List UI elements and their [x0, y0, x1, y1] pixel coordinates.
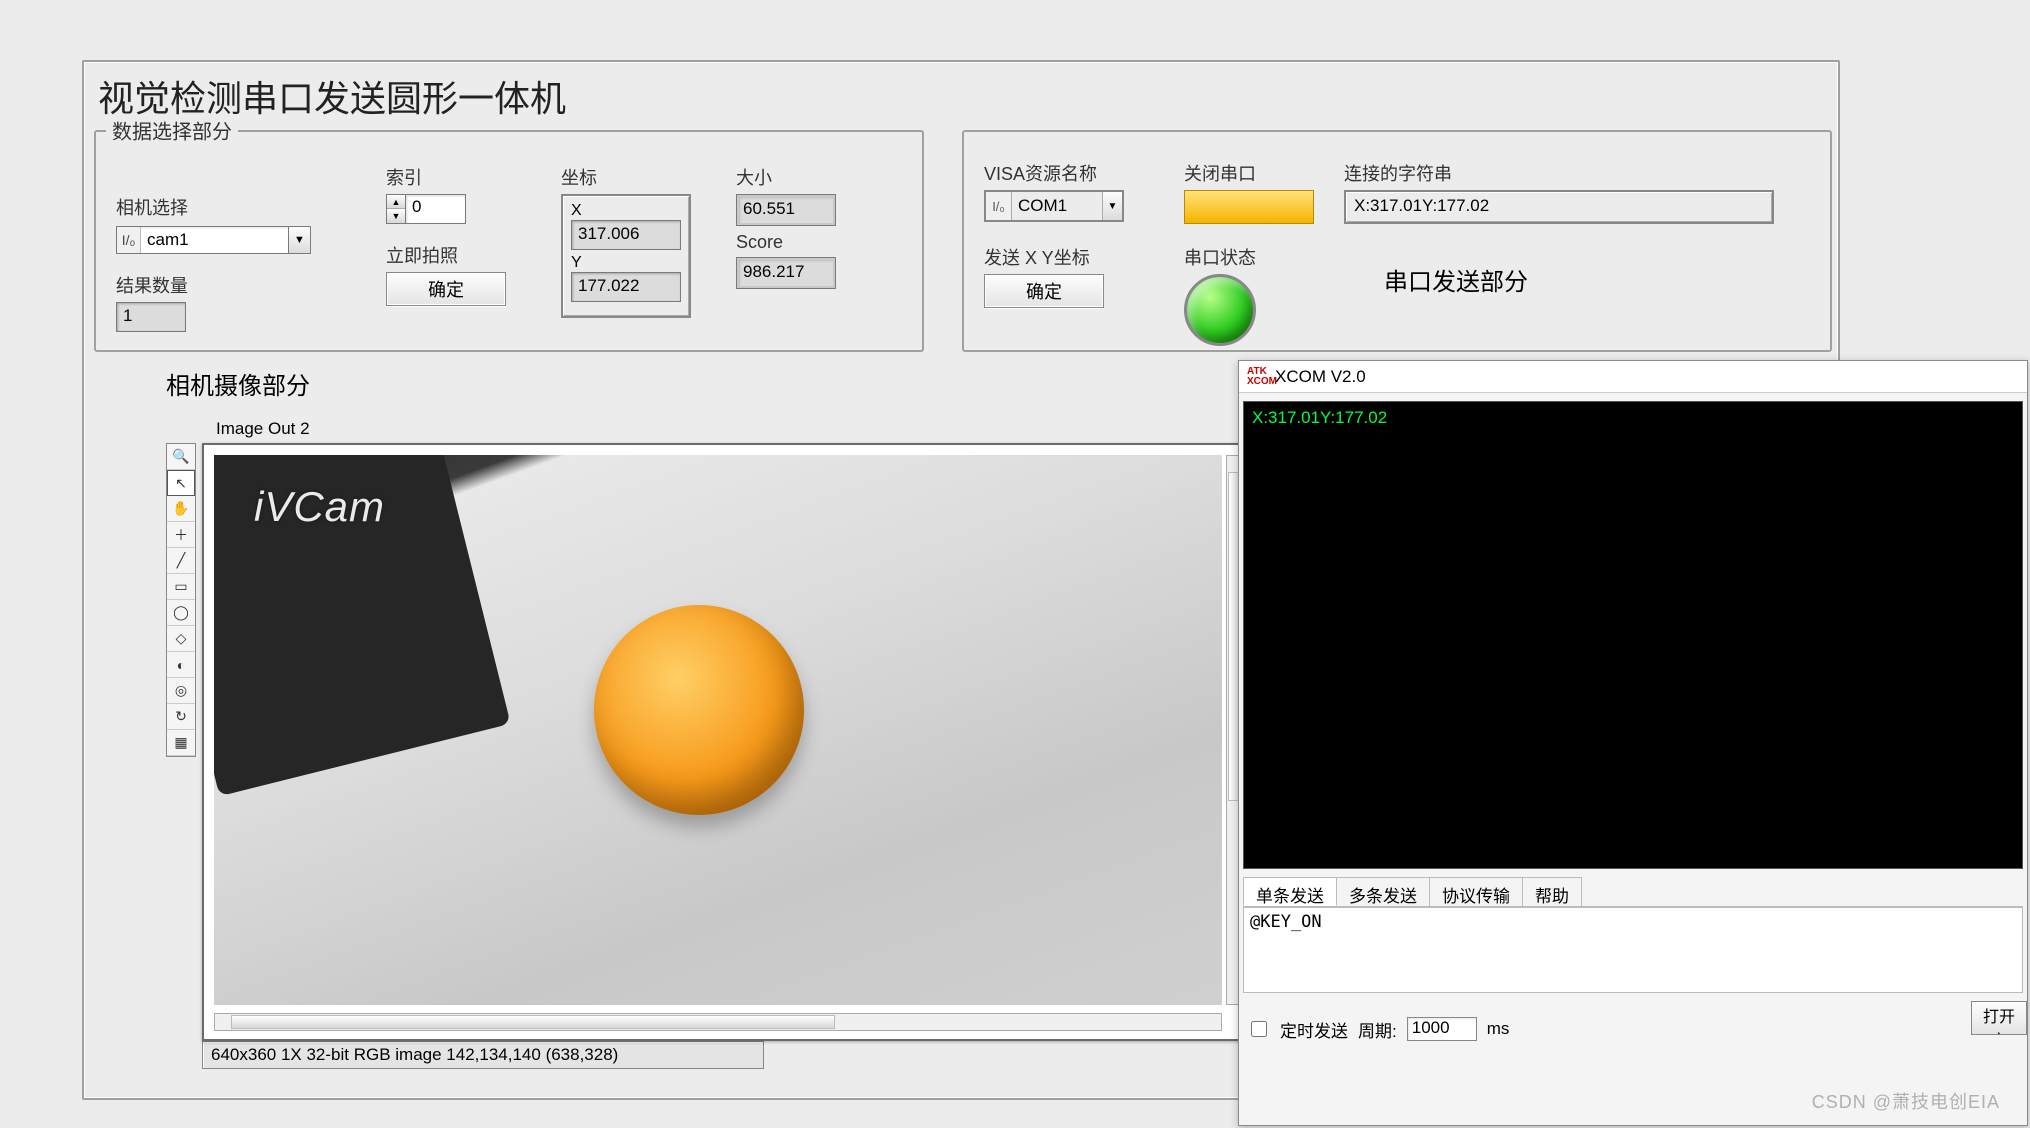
score-label: Score: [736, 232, 836, 253]
xcom-window: ATKXCOM XCOM V2.0 X:317.01Y:177.02 单条发送 …: [1238, 360, 2028, 1126]
coord-cluster: X 317.006 Y 177.022: [561, 194, 691, 318]
period-unit: ms: [1487, 1019, 1510, 1039]
coord-x-value: 317.006: [571, 220, 681, 250]
visa-label: VISA资源名称: [984, 160, 1124, 186]
score-value: 986.217: [736, 257, 836, 289]
connected-string-wrap: 连接的字符串 X:317.01Y:177.02: [1344, 160, 1774, 224]
hand-tool-icon[interactable]: ✋: [167, 496, 195, 522]
pan-tool-icon[interactable]: ↻: [167, 704, 195, 730]
zoom-tool-icon[interactable]: 🔍: [167, 444, 195, 470]
camera-select-wrap: 相机选择 I/₀ cam1 ▼: [116, 194, 311, 254]
xcom-tabs: 单条发送 多条发送 协议传输 帮助: [1243, 877, 2023, 907]
index-spinbox[interactable]: ▲ ▼ 0: [386, 194, 466, 224]
data-selection-group: 数据选择部分 相机选择 I/₀ cam1 ▼ 结果数量 1 索引 ▲ ▼ 0: [94, 130, 924, 352]
freehand-tool-icon[interactable]: ◐: [167, 652, 195, 678]
xcom-terminal-line: X:317.01Y:177.02: [1252, 408, 2014, 428]
xcom-titlebar[interactable]: ATKXCOM XCOM V2.0: [1239, 361, 2027, 393]
result-count-wrap: 结果数量 1: [116, 272, 188, 332]
serial-status-led-icon: [1184, 274, 1256, 346]
detected-circle: [594, 605, 804, 815]
camera-section: 相机摄像部分 Image Out 2 🔍 ↖ ✋ ＋ ╱ ▭ ◯ ◇ ◐ ◎ ↻…: [166, 366, 1252, 1069]
image-viewer: 🔍 ↖ ✋ ＋ ╱ ▭ ◯ ◇ ◐ ◎ ↻ ▦ iVCam: [166, 443, 1252, 1041]
camera-select-value: cam1: [141, 230, 288, 250]
send-xy-label: 发送 X Y坐标: [984, 244, 1104, 270]
image-canvas[interactable]: iVCam: [214, 455, 1222, 1005]
tab-protocol[interactable]: 协议传输: [1429, 877, 1523, 906]
pointer-tool-icon[interactable]: ↖: [167, 470, 195, 496]
capture-wrap: 立即拍照 确定: [386, 242, 506, 306]
tab-single-send[interactable]: 单条发送: [1243, 877, 1337, 906]
size-label: 大小: [736, 164, 836, 190]
tab-multi-send[interactable]: 多条发送: [1336, 877, 1430, 906]
index-input[interactable]: 0: [406, 194, 466, 224]
app-title: 视觉检测串口发送圆形一体机: [84, 62, 1838, 132]
coord-wrap: 坐标 X 317.006 Y 177.022: [561, 164, 691, 318]
xcom-send-textarea[interactable]: @KEY_ON: [1243, 907, 2023, 993]
spin-down-icon[interactable]: ▼: [387, 209, 405, 223]
image-toolbar: 🔍 ↖ ✋ ＋ ╱ ▭ ◯ ◇ ◐ ◎ ↻ ▦: [166, 443, 196, 757]
serial-send-section-label: 串口发送部分: [1384, 262, 1528, 297]
timed-send-label: 定时发送: [1280, 1017, 1348, 1042]
close-serial-wrap: 关闭串口: [1184, 160, 1314, 224]
ivcam-watermark: iVCam: [254, 483, 385, 531]
coord-y-label: Y: [571, 254, 681, 272]
index-label: 索引: [386, 164, 466, 190]
data-selection-label: 数据选择部分: [106, 116, 238, 145]
serial-status-wrap: 串口状态: [1184, 244, 1256, 346]
annulus-tool-icon[interactable]: ◎: [167, 678, 195, 704]
camera-select-label: 相机选择: [116, 194, 311, 220]
oval-tool-icon[interactable]: ◯: [167, 600, 195, 626]
xcom-title-text: XCOM V2.0: [1275, 367, 1366, 387]
size-score-wrap: 大小 60.551 Score 986.217: [736, 164, 836, 295]
period-input[interactable]: 1000: [1407, 1017, 1477, 1041]
camera-section-title: 相机摄像部分: [166, 366, 1252, 401]
connected-string-label: 连接的字符串: [1344, 160, 1774, 186]
io-icon: I/₀: [986, 192, 1012, 220]
capture-label: 立即拍照: [386, 242, 506, 268]
tab-help[interactable]: 帮助: [1522, 877, 1582, 906]
visa-wrap: VISA资源名称 I/₀ COM1 ▼: [984, 160, 1124, 222]
horizontal-scrollbar[interactable]: [214, 1013, 1222, 1031]
line-tool-icon[interactable]: ╱: [167, 548, 195, 574]
coord-label: 坐标: [561, 164, 691, 190]
open-file-button[interactable]: 打开文: [1971, 1001, 2027, 1035]
send-xy-button[interactable]: 确定: [984, 274, 1104, 308]
camera-select-dropdown[interactable]: I/₀ cam1 ▼: [116, 226, 311, 254]
polygon-tool-icon[interactable]: ◇: [167, 626, 195, 652]
size-value: 60.551: [736, 194, 836, 226]
xcom-app-icon: ATKXCOM: [1247, 367, 1267, 387]
image-out-label: Image Out 2: [216, 419, 1252, 439]
close-serial-button[interactable]: [1184, 190, 1314, 224]
send-xy-wrap: 发送 X Y坐标 确定: [984, 244, 1104, 308]
scroll-thumb[interactable]: [231, 1015, 835, 1029]
serial-group: VISA资源名称 I/₀ COM1 ▼ 发送 X Y坐标 确定 关闭串口 串口状…: [962, 130, 1832, 352]
period-label: 周期:: [1358, 1017, 1397, 1042]
result-count-label: 结果数量: [116, 272, 188, 298]
index-wrap: 索引 ▲ ▼ 0: [386, 164, 466, 224]
connected-string-value: X:317.01Y:177.02: [1344, 190, 1774, 224]
annotation-tool-icon[interactable]: ▦: [167, 730, 195, 756]
crosshair-tool-icon[interactable]: ＋: [167, 522, 195, 548]
capture-button[interactable]: 确定: [386, 272, 506, 306]
coord-x-label: X: [571, 202, 681, 220]
visa-value: COM1: [1012, 192, 1102, 220]
result-count-value: 1: [116, 302, 186, 332]
image-frame: iVCam: [202, 443, 1252, 1041]
visa-dropdown[interactable]: I/₀ COM1 ▼: [984, 190, 1124, 222]
chevron-down-icon[interactable]: ▼: [1102, 192, 1122, 220]
chevron-down-icon[interactable]: ▼: [288, 227, 310, 253]
io-icon: I/₀: [117, 227, 141, 253]
serial-status-label: 串口状态: [1184, 244, 1256, 270]
xcom-bottom-bar: 定时发送 周期: 1000 ms: [1243, 1005, 2023, 1053]
xcom-terminal[interactable]: X:317.01Y:177.02: [1243, 401, 2023, 869]
close-serial-label: 关闭串口: [1184, 160, 1314, 186]
image-status-bar: 640x360 1X 32-bit RGB image 142,134,140 …: [202, 1041, 764, 1069]
spin-up-icon[interactable]: ▲: [387, 195, 405, 209]
csdn-watermark: CSDN @萧技电创EIA: [1812, 1088, 2000, 1114]
timed-send-checkbox[interactable]: [1251, 1021, 1267, 1037]
rect-tool-icon[interactable]: ▭: [167, 574, 195, 600]
coord-y-value: 177.022: [571, 272, 681, 302]
